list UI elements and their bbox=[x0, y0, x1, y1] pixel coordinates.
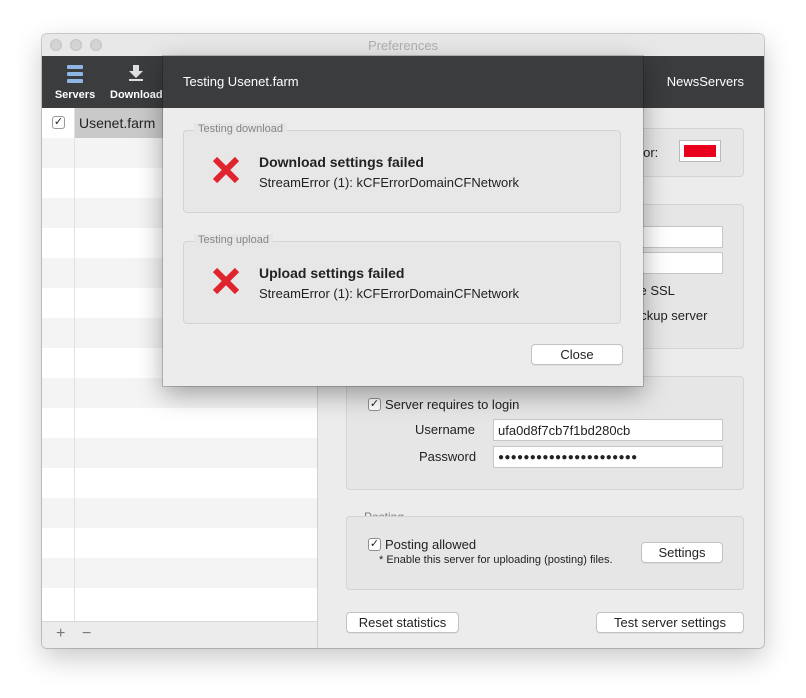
empty-row bbox=[42, 468, 317, 498]
sheet-title: Testing Usenet.farm bbox=[183, 74, 299, 89]
posting-allowed-checkbox[interactable]: ✓ bbox=[368, 538, 381, 551]
empty-row bbox=[42, 408, 317, 438]
port-field[interactable] bbox=[637, 252, 723, 274]
toolbar-download-label: Download bbox=[110, 89, 163, 101]
login-group: ✓ Server requires to login Username ufa0… bbox=[346, 376, 744, 490]
empty-row bbox=[42, 588, 317, 618]
test-server-settings-button[interactable]: Test server settings bbox=[596, 612, 744, 633]
toolbar-servers-button[interactable]: Servers bbox=[52, 56, 98, 108]
server-color-well[interactable] bbox=[679, 140, 721, 162]
testing-upload-group: Testing upload Upload settings failed St… bbox=[183, 234, 621, 324]
password-label: Password bbox=[419, 449, 477, 464]
column-divider bbox=[74, 108, 75, 622]
posting-group: ✓ Posting allowed * Enable this server f… bbox=[346, 516, 744, 590]
upload-error-message: StreamError (1): kCFErrorDomainCFNetwork bbox=[259, 286, 520, 301]
sheet-header: Testing Usenet.farm bbox=[163, 56, 643, 108]
username-field[interactable]: ufa0d8f7cb7f1bd280cb bbox=[493, 419, 723, 441]
host-field[interactable] bbox=[637, 226, 723, 248]
empty-row bbox=[42, 498, 317, 528]
testing-sheet: Testing Usenet.farm Testing download Dow… bbox=[163, 56, 643, 386]
posting-settings-button[interactable]: Settings bbox=[641, 542, 723, 563]
empty-row bbox=[42, 438, 317, 468]
posting-allowed-label: Posting allowed bbox=[385, 537, 477, 552]
title-bar: Preferences bbox=[42, 34, 764, 56]
download-result-heading: Download settings failed bbox=[259, 154, 424, 170]
testing-upload-legend: Testing upload bbox=[194, 234, 273, 246]
close-button[interactable]: Close bbox=[531, 344, 623, 365]
server-enabled-checkbox[interactable]: ✓ bbox=[52, 116, 65, 129]
window-title: Preferences bbox=[367, 38, 439, 53]
password-field[interactable]: ●●●●●●●●●●●●●●●●●●●●●● bbox=[493, 446, 723, 468]
testing-download-legend: Testing download bbox=[194, 123, 288, 135]
empty-row bbox=[42, 558, 317, 588]
username-label: Username bbox=[415, 422, 475, 437]
toolbar-download-button[interactable]: Download bbox=[110, 56, 163, 108]
reset-statistics-button[interactable]: Reset statistics bbox=[346, 612, 459, 633]
server-color-swatch bbox=[684, 145, 716, 157]
testing-download-group: Testing download Download settings faile… bbox=[183, 123, 621, 213]
error-x-icon bbox=[212, 156, 240, 184]
empty-row bbox=[42, 528, 317, 558]
requires-login-label: Server requires to login bbox=[385, 397, 520, 412]
remove-server-button[interactable]: − bbox=[82, 625, 91, 643]
error-x-icon bbox=[212, 267, 240, 295]
upload-result-heading: Upload settings failed bbox=[259, 265, 405, 281]
download-error-message: StreamError (1): kCFErrorDomainCFNetwork bbox=[259, 175, 520, 190]
servers-icon bbox=[67, 65, 83, 83]
add-server-button[interactable]: + bbox=[56, 625, 65, 643]
backup-server-label: ackup server bbox=[633, 308, 708, 323]
server-list-footer: + − bbox=[42, 621, 317, 648]
toolbar-newsservers-label: NewsServers bbox=[666, 74, 744, 89]
download-icon bbox=[129, 65, 143, 81]
requires-login-checkbox[interactable]: ✓ bbox=[368, 398, 381, 411]
toolbar-servers-label: Servers bbox=[54, 89, 96, 101]
server-name: Usenet.farm bbox=[79, 115, 156, 131]
posting-note: * Enable this server for uploading (post… bbox=[379, 554, 613, 566]
